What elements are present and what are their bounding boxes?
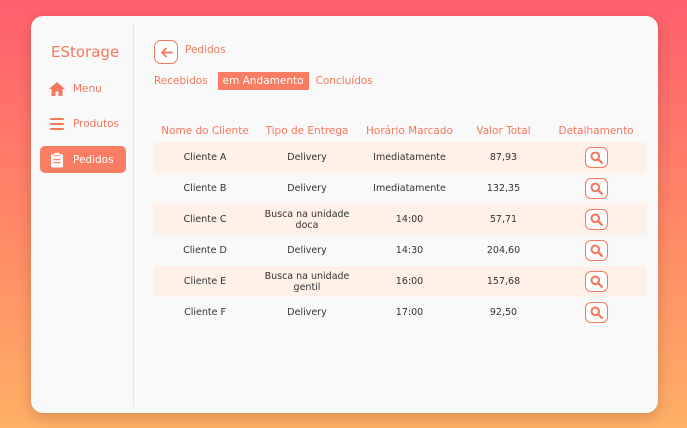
sidebar-item-pedidos[interactable]: Pedidos xyxy=(40,146,126,173)
search-icon[interactable] xyxy=(584,302,608,323)
search-icon[interactable] xyxy=(584,271,608,292)
tab-em-andamento[interactable]: em Andamento xyxy=(217,72,309,90)
cell-detalhamento xyxy=(546,235,646,266)
cell-detalhamento xyxy=(546,266,646,297)
cell-horario: 14:00 xyxy=(358,204,461,235)
cell-entrega: Delivery xyxy=(256,297,358,328)
cell-cliente: Cliente A xyxy=(154,142,256,173)
tab-concluidos[interactable]: Concluídos xyxy=(316,72,373,90)
cell-valor: 204,60 xyxy=(461,235,546,266)
status-tabs: Recebidos em Andamento Concluídos xyxy=(154,72,383,90)
table-row: Cliente F Delivery 17:00 92,50 xyxy=(154,297,646,328)
breadcrumb: Pedidos xyxy=(185,44,226,56)
table-row: Cliente C Busca na unidade doca 14:00 57… xyxy=(154,204,646,235)
column-header: Tipo de Entrega xyxy=(265,125,349,137)
table-header-row: Nome do Cliente Tipo de Entrega Horário … xyxy=(154,120,646,142)
sidebar: EStorage Menu Produtos Pedidos xyxy=(31,16,135,413)
cell-cliente: Cliente B xyxy=(154,173,256,204)
cell-horario: 16:00 xyxy=(358,266,461,297)
cell-cliente: Cliente E xyxy=(154,266,256,297)
cell-cliente: Cliente C xyxy=(154,204,256,235)
column-header: Nome do Cliente xyxy=(161,125,249,137)
brand-logo: EStorage xyxy=(51,43,120,61)
cell-horario: 17:00 xyxy=(358,297,461,328)
cell-entrega: Delivery xyxy=(256,173,358,204)
cell-valor: 92,50 xyxy=(461,297,546,328)
cell-detalhamento xyxy=(546,173,646,204)
table-row: Cliente D Delivery 14:30 204,60 xyxy=(154,235,646,266)
sidebar-divider xyxy=(133,23,134,407)
cell-valor: 157,68 xyxy=(461,266,546,297)
sidebar-item-label: Pedidos xyxy=(73,153,114,166)
back-button[interactable] xyxy=(154,40,178,64)
home-icon xyxy=(47,79,67,99)
cell-horario: Imediatamente xyxy=(358,173,461,204)
main-card: EStorage Menu Produtos Pedidos Pedidos R xyxy=(31,16,658,413)
cell-cliente: Cliente F xyxy=(154,297,256,328)
search-icon[interactable] xyxy=(584,178,608,199)
search-icon[interactable] xyxy=(584,240,608,261)
sidebar-item-menu[interactable]: Menu xyxy=(40,75,126,102)
table-row: Cliente E Busca na unidade gentil 16:00 … xyxy=(154,266,646,297)
cell-entrega: Busca na unidade doca xyxy=(256,204,358,235)
cell-cliente: Cliente D xyxy=(154,235,256,266)
cell-valor: 87,93 xyxy=(461,142,546,173)
table-row: Cliente A Delivery Imediatamente 87,93 xyxy=(154,142,646,173)
cell-horario: 14:30 xyxy=(358,235,461,266)
cell-entrega: Delivery xyxy=(256,142,358,173)
cell-entrega: Busca na unidade gentil xyxy=(256,266,358,297)
sidebar-item-produtos[interactable]: Produtos xyxy=(40,110,126,137)
cell-valor: 57,71 xyxy=(461,204,546,235)
table-row: Cliente B Delivery Imediatamente 132,35 xyxy=(154,173,646,204)
column-header: Detalhamento xyxy=(558,125,634,137)
orders-table: Nome do Cliente Tipo de Entrega Horário … xyxy=(154,120,646,328)
list-icon xyxy=(47,114,67,134)
cell-horario: Imediatamente xyxy=(358,142,461,173)
arrow-left-icon xyxy=(160,47,173,58)
clipboard-icon xyxy=(47,150,67,170)
tab-recebidos[interactable]: Recebidos xyxy=(154,72,208,90)
column-header: Valor Total xyxy=(476,125,531,137)
cell-valor: 132,35 xyxy=(461,173,546,204)
cell-detalhamento xyxy=(546,297,646,328)
cell-detalhamento xyxy=(546,142,646,173)
cell-detalhamento xyxy=(546,204,646,235)
cell-entrega: Delivery xyxy=(256,235,358,266)
search-icon[interactable] xyxy=(584,147,608,168)
search-icon[interactable] xyxy=(584,209,608,230)
sidebar-item-label: Menu xyxy=(73,82,102,95)
column-header: Horário Marcado xyxy=(366,125,453,137)
sidebar-item-label: Produtos xyxy=(73,117,119,130)
